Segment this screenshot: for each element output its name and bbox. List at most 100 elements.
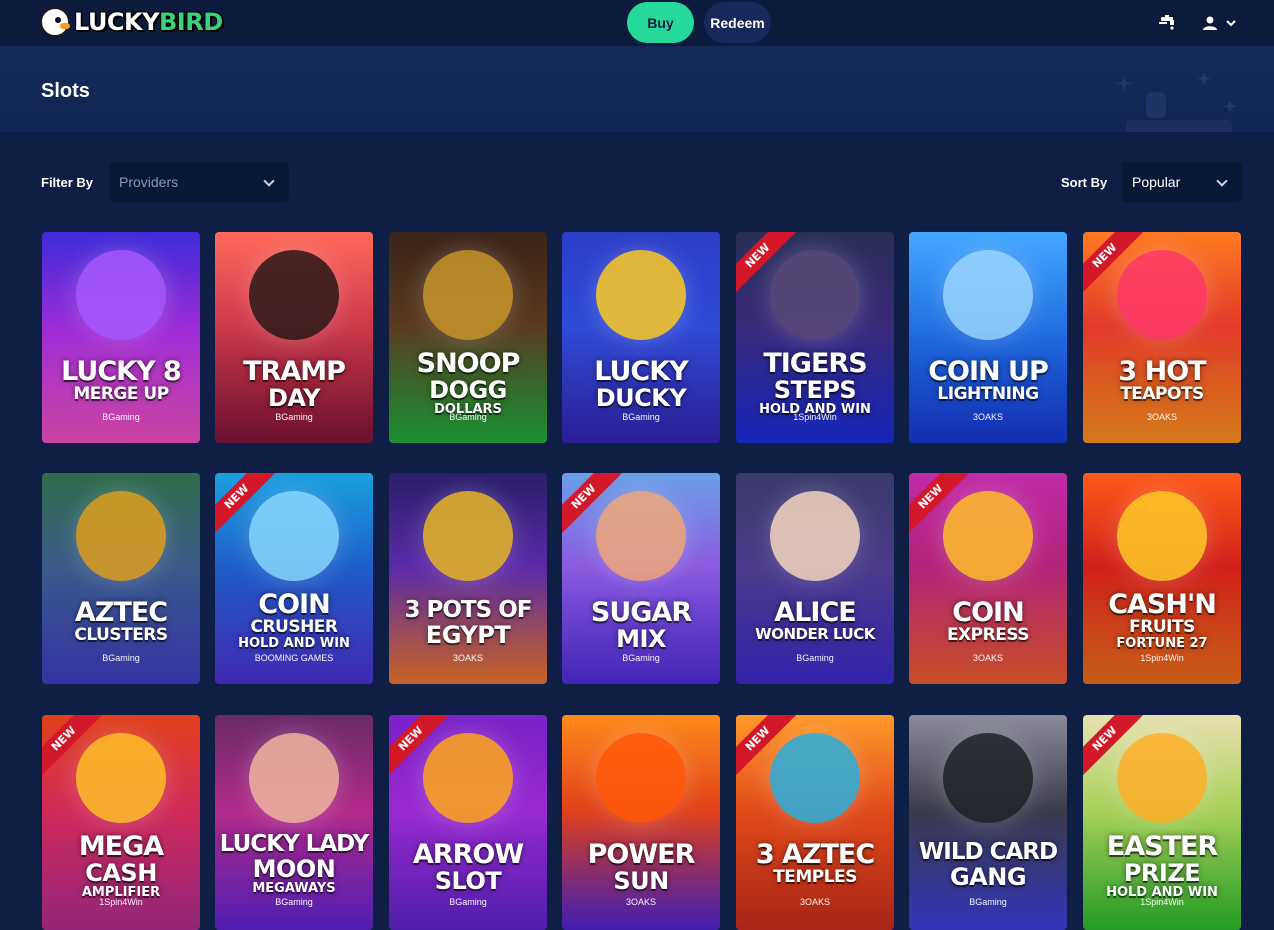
game-tile[interactable]: POWER SUN 3OAKS (562, 715, 720, 930)
game-title: POWER SUN (562, 841, 720, 893)
game-provider: BGaming (449, 897, 487, 907)
game-tile[interactable]: ALICE WONDER LUCK BGaming (736, 473, 894, 684)
game-title-line-2: STEPS (773, 376, 857, 404)
game-tile[interactable]: COIN UP LIGHTNING 3OAKS (909, 232, 1067, 443)
game-tile[interactable]: TIGERS STEPS HOLD AND WIN 1Spin4Win NEW (736, 232, 894, 443)
chevron-down-icon (263, 175, 275, 187)
game-art-shape (770, 733, 860, 823)
game-provider: BGaming (275, 412, 313, 422)
game-title-line-2: MOON (252, 855, 336, 883)
game-title: COIN EXPRESS (909, 599, 1067, 644)
providers-select[interactable]: Providers (109, 162, 289, 202)
chevron-down-icon (1226, 20, 1236, 27)
chevron-down-icon (1216, 175, 1228, 187)
game-tile[interactable]: WILD CARD GANG BGaming (909, 715, 1067, 930)
game-art-shape (249, 733, 339, 823)
game-title: AZTEC CLUSTERS (42, 599, 200, 644)
game-title-line-2: SUN (613, 867, 669, 895)
game-title-line-1: TRAMP (243, 356, 346, 387)
game-title-line-1: ARROW (412, 839, 524, 870)
game-provider: 3OAKS (972, 653, 1003, 663)
game-provider: BGaming (102, 653, 140, 663)
sort-by-label: Sort By (1061, 175, 1108, 190)
game-title-line-2: WONDER LUCK (755, 625, 875, 643)
game-provider: BGaming (796, 653, 834, 663)
game-tile[interactable]: TRAMP DAY BGaming (215, 232, 373, 443)
game-provider: 1Spin4Win (99, 897, 143, 907)
providers-placeholder: Providers (119, 174, 179, 190)
game-title: TRAMP DAY (215, 358, 373, 410)
page-title: Slots (41, 80, 90, 102)
game-tile[interactable]: AZTEC CLUSTERS BGaming (42, 473, 200, 684)
game-art-shape (1117, 733, 1207, 823)
filter-by-label: Filter By (41, 175, 94, 190)
game-title: LUCKY 8 MERGE UP (42, 358, 200, 403)
game-tile[interactable]: COIN CRUSHER HOLD AND WIN BOOMING GAMES NEW (215, 473, 373, 684)
game-title-line-1: LUCKY 8 (61, 356, 182, 387)
game-title-line-1: EASTER (1106, 831, 1218, 862)
game-title-line-2: DUCKY (595, 384, 687, 412)
game-title: MEGA CASH AMPLIFIER (42, 833, 200, 899)
logo-word-lucky: LUCKY (74, 8, 160, 36)
game-title: TIGERS STEPS HOLD AND WIN (736, 350, 894, 416)
game-title-line-1: COIN (952, 597, 1024, 628)
game-title-line-2: LIGHTNING (937, 384, 1039, 404)
sort-select[interactable]: Popular (1122, 162, 1242, 202)
logo-wordmark: LUCKYBIRD (74, 8, 223, 36)
game-tile[interactable]: 3 AZTEC TEMPLES 3OAKS NEW (736, 715, 894, 930)
game-title-line-2: EGYPT (425, 621, 511, 649)
game-title: WILD CARD GANG (909, 841, 1067, 891)
game-tile[interactable]: SNOOP DOGG DOLLARS BGaming (389, 232, 547, 443)
game-title: 3 POTS OF EGYPT (389, 599, 547, 649)
game-title: LUCKY LADY MOON MEGAWAYS (215, 831, 373, 896)
game-title-line-1: SUGAR (590, 597, 692, 628)
faucet-icon[interactable] (1158, 13, 1178, 33)
game-tile[interactable]: LUCKY LADY MOON MEGAWAYS BGaming (215, 715, 373, 930)
game-title-line-1: 3 AZTEC (755, 839, 875, 870)
game-provider: BGaming (622, 653, 660, 663)
game-tile[interactable]: SUGAR MIX BGaming NEW (562, 473, 720, 684)
game-title-line-1: ALICE (774, 597, 856, 628)
logo-word-bird: BIRD (159, 8, 223, 36)
game-provider: 3OAKS (1146, 412, 1177, 422)
redeem-button[interactable]: Redeem (704, 2, 771, 43)
user-menu[interactable] (1200, 13, 1240, 33)
game-title: ARROW SLOT (389, 841, 547, 893)
game-provider: 3OAKS (799, 897, 830, 907)
game-tile[interactable]: 3 POTS OF EGYPT 3OAKS (389, 473, 547, 684)
buy-button[interactable]: Buy (627, 2, 694, 43)
game-title-line-2: DOGG (429, 376, 507, 404)
game-title-line-2: EXPRESS (946, 625, 1030, 645)
game-provider: BGaming (969, 897, 1007, 907)
game-title-line-1: CASH'N (1108, 589, 1217, 620)
game-tile[interactable]: CASH'N FRUITS FORTUNE 27 1Spin4Win (1083, 473, 1241, 684)
game-title-line-2: CLUSTERS (74, 625, 168, 645)
game-title-line-2: SLOT (434, 867, 502, 895)
game-title-line-2: GANG (949, 863, 1027, 891)
game-tile[interactable]: EASTER PRIZE HOLD AND WIN 1Spin4Win NEW (1083, 715, 1241, 930)
game-title-line-2: CASH (85, 859, 157, 887)
game-title-line-1: LUCKY (594, 356, 688, 387)
game-title-line-3: FORTUNE 27 (1116, 636, 1208, 651)
game-title: 3 HOT TEAPOTS (1083, 358, 1241, 403)
game-tile[interactable]: 3 HOT TEAPOTS 3OAKS NEW (1083, 232, 1241, 443)
game-tile[interactable]: COIN EXPRESS 3OAKS NEW (909, 473, 1067, 684)
game-title-line-2: MERGE UP (73, 384, 169, 404)
game-tile[interactable]: ARROW SLOT BGaming NEW (389, 715, 547, 930)
sort-selected-value: Popular (1132, 174, 1181, 190)
luckybird-logo[interactable]: LUCKYBIRD (40, 6, 223, 38)
decorative-stars-icon (1116, 72, 1237, 132)
game-tile[interactable]: LUCKY DUCKY BGaming (562, 232, 720, 443)
game-title-line-1: SNOOP (416, 348, 521, 379)
game-title-line-2: DAY (267, 384, 321, 412)
game-tile[interactable]: MEGA CASH AMPLIFIER 1Spin4Win NEW (42, 715, 200, 930)
game-title: LUCKY DUCKY (562, 358, 720, 410)
game-art-shape (76, 733, 166, 823)
game-title-line-1: LUCKY LADY (219, 831, 369, 857)
game-title: SNOOP DOGG DOLLARS (389, 350, 547, 416)
game-tile[interactable]: LUCKY 8 MERGE UP BGaming (42, 232, 200, 443)
game-title-line-1: COIN UP (928, 356, 1049, 387)
game-title-line-2: TEAPOTS (1120, 384, 1204, 404)
game-title-line-1: TIGERS (763, 348, 867, 379)
game-art-shape (943, 733, 1033, 823)
